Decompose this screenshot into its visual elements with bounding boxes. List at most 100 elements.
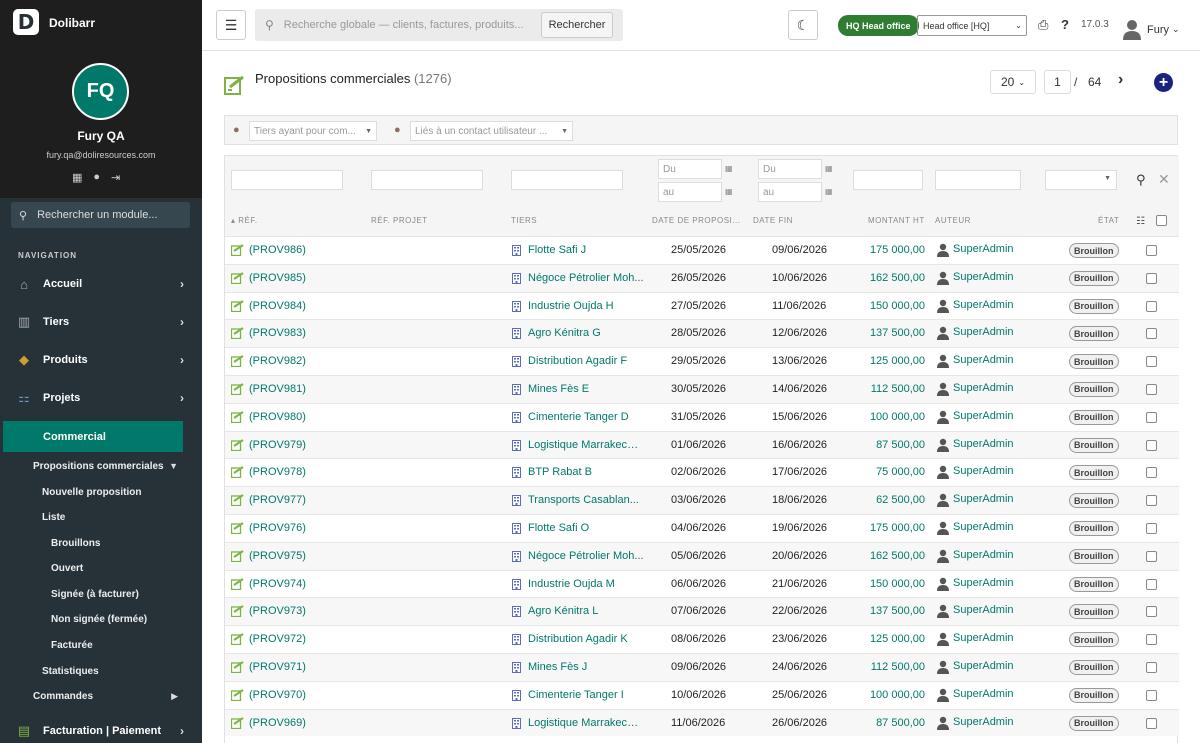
table-row[interactable]: (PROV975) Négoce Pétrolier Moh... 05/06/… bbox=[225, 541, 1179, 570]
table-row[interactable]: (PROV978) BTP Rabat B 02/06/2026 17/06/2… bbox=[225, 458, 1179, 487]
table-row[interactable]: (PROV977) Transports Casablan... 03/06/2… bbox=[225, 486, 1179, 514]
sub-liste[interactable]: Liste bbox=[42, 512, 65, 523]
proposal-ref-link[interactable]: (PROV970) bbox=[249, 689, 306, 701]
tiers-link[interactable]: Logistique Marrakech C bbox=[528, 439, 644, 451]
profile-icon[interactable]: ● bbox=[93, 171, 100, 184]
row-checkbox[interactable] bbox=[1146, 439, 1157, 451]
table-row[interactable]: (PROV986) Flotte Safi J 25/05/2026 09/06… bbox=[225, 236, 1179, 264]
row-checkbox[interactable] bbox=[1146, 328, 1157, 340]
row-checkbox[interactable] bbox=[1146, 245, 1157, 256]
table-row[interactable]: (PROV982) Distribution Agadir F 29/05/20… bbox=[225, 347, 1179, 375]
col-header-ref[interactable]: ▴ RÉF. bbox=[231, 216, 258, 225]
sidebar-item-projets[interactable]: ⚏ Projets › bbox=[0, 381, 202, 415]
author-link[interactable]: SuperAdmin bbox=[953, 660, 1014, 672]
table-row[interactable]: (PROV980) Cimenterie Tanger D 31/05/2026… bbox=[225, 402, 1179, 431]
contact-filter-select[interactable]: Liés à un contact utilisateur ... ▼ bbox=[410, 121, 573, 141]
row-checkbox[interactable] bbox=[1146, 578, 1157, 590]
sidebar-item-tiers[interactable]: ▥ Tiers › bbox=[0, 305, 202, 339]
user-avatar-icon[interactable] bbox=[1122, 18, 1142, 40]
ref-search-input[interactable] bbox=[231, 170, 343, 190]
proposal-ref-link[interactable]: (PROV971) bbox=[249, 661, 306, 673]
sub-facturee[interactable]: Facturée bbox=[51, 640, 93, 651]
col-header-montant[interactable]: MONTANT HT bbox=[868, 216, 925, 225]
author-link[interactable]: SuperAdmin bbox=[953, 438, 1014, 450]
col-header-date[interactable]: DATE DE PROPOSI... bbox=[652, 216, 740, 225]
fin-to-input[interactable]: au bbox=[758, 182, 822, 202]
author-link[interactable]: SuperAdmin bbox=[953, 604, 1014, 616]
proposal-ref-link[interactable]: (PROV982) bbox=[249, 355, 306, 367]
global-search-button[interactable]: Rechercher bbox=[541, 12, 613, 38]
search-icon[interactable]: ⚲ bbox=[1136, 172, 1146, 188]
table-row[interactable]: (PROV985) Négoce Pétrolier Moh... 26/05/… bbox=[225, 263, 1179, 292]
sub-brouillons[interactable]: Brouillons bbox=[51, 538, 100, 549]
proposal-ref-link[interactable]: (PROV984) bbox=[249, 300, 306, 312]
table-row[interactable]: (PROV974) Industrie Oujda M 06/06/2026 2… bbox=[225, 569, 1179, 598]
calendar-icon[interactable]: ▦ bbox=[725, 164, 733, 173]
add-proposal-button[interactable]: + bbox=[1154, 73, 1173, 92]
row-checkbox[interactable] bbox=[1146, 272, 1157, 284]
row-checkbox[interactable] bbox=[1146, 689, 1157, 701]
print-icon[interactable]: ⎙ bbox=[1038, 17, 1048, 33]
row-checkbox[interactable] bbox=[1146, 634, 1157, 646]
table-row[interactable]: (PROV970) Cimenterie Tanger I 10/06/2026… bbox=[225, 680, 1179, 709]
table-row[interactable]: (PROV973) Agro Kénitra L 07/06/2026 22/0… bbox=[225, 597, 1179, 626]
author-link[interactable]: SuperAdmin bbox=[953, 493, 1014, 505]
tiers-link[interactable]: Distribution Agadir F bbox=[528, 355, 644, 367]
proposal-ref-link[interactable]: (PROV976) bbox=[249, 522, 306, 534]
row-checkbox[interactable] bbox=[1146, 467, 1157, 479]
proposal-ref-link[interactable]: (PROV986) bbox=[249, 244, 306, 256]
table-row[interactable]: (PROV979) Logistique Marrakech C 01/06/2… bbox=[225, 430, 1179, 459]
author-link[interactable]: SuperAdmin bbox=[953, 410, 1014, 422]
sidebar-item-commercial[interactable]: Commercial bbox=[3, 421, 183, 452]
table-row[interactable]: (PROV976) Flotte Safi O 04/06/2026 19/06… bbox=[225, 513, 1179, 542]
author-link[interactable]: SuperAdmin bbox=[953, 549, 1014, 561]
row-checkbox[interactable] bbox=[1146, 661, 1157, 673]
proposal-ref-link[interactable]: (PROV974) bbox=[249, 578, 306, 590]
sidebar-item-facturation[interactable]: ▤ Facturation | Paiement › bbox=[0, 714, 202, 743]
author-link[interactable]: SuperAdmin bbox=[953, 299, 1014, 311]
col-header-ref-projet[interactable]: RÉF. PROJET bbox=[371, 216, 428, 225]
app-name[interactable]: Dolibarr bbox=[49, 16, 95, 30]
row-checkbox[interactable] bbox=[1146, 383, 1157, 395]
tiers-search-input[interactable] bbox=[511, 170, 623, 190]
proposal-ref-link[interactable]: (PROV981) bbox=[249, 383, 306, 395]
status-search-select[interactable]: ▼ bbox=[1045, 170, 1117, 190]
sub-statistiques[interactable]: Statistiques bbox=[42, 666, 99, 677]
col-header-tiers[interactable]: TIERS bbox=[511, 216, 537, 225]
proposal-ref-link[interactable]: (PROV969) bbox=[249, 717, 306, 729]
per-page-select[interactable]: 20 ⌄ bbox=[990, 70, 1036, 94]
tiers-link[interactable]: Distribution Agadir K bbox=[528, 633, 644, 645]
author-link[interactable]: SuperAdmin bbox=[953, 716, 1014, 728]
proposal-ref-link[interactable]: (PROV972) bbox=[249, 633, 306, 645]
proposal-ref-link[interactable]: (PROV977) bbox=[249, 494, 306, 506]
calendar-icon[interactable]: ▦ bbox=[825, 164, 833, 173]
tiers-link[interactable]: Cimenterie Tanger D bbox=[528, 411, 644, 423]
tiers-link[interactable]: Flotte Safi O bbox=[528, 522, 644, 534]
sub-ouvert[interactable]: Ouvert bbox=[51, 563, 83, 574]
module-search-input[interactable]: ⚲ Rechercher un module... bbox=[11, 202, 190, 228]
close-icon[interactable]: ✕ bbox=[1158, 171, 1170, 188]
column-selector-icon[interactable]: ☷ bbox=[1136, 216, 1145, 227]
avatar[interactable]: FQ bbox=[72, 63, 129, 120]
select-all-checkbox[interactable] bbox=[1156, 215, 1167, 226]
date-to-input[interactable]: au bbox=[658, 182, 722, 202]
tiers-link[interactable]: Mines Fès E bbox=[528, 383, 644, 395]
tiers-filter-select[interactable]: Tiers ayant pour com... ▼ bbox=[249, 121, 377, 141]
tiers-link[interactable]: Négoce Pétrolier Moh... bbox=[528, 272, 644, 284]
logout-icon[interactable]: ⇥ bbox=[111, 171, 120, 184]
entity-badge[interactable]: HQ Head office bbox=[838, 15, 919, 36]
proposal-ref-link[interactable]: (PROV979) bbox=[249, 439, 306, 451]
chevron-down-icon[interactable]: ⌄ bbox=[1172, 24, 1180, 35]
proposal-ref-link[interactable]: (PROV980) bbox=[249, 411, 306, 423]
tiers-link[interactable]: Mines Fès J bbox=[528, 661, 644, 673]
menu-toggle-button[interactable]: ☰ bbox=[216, 10, 246, 40]
total-pages[interactable]: 64 bbox=[1088, 75, 1101, 89]
row-checkbox[interactable] bbox=[1146, 411, 1157, 423]
dark-mode-button[interactable]: ☾ bbox=[788, 10, 818, 40]
author-link[interactable]: SuperAdmin bbox=[953, 326, 1014, 338]
author-link[interactable]: SuperAdmin bbox=[953, 354, 1014, 366]
ref-projet-search-input[interactable] bbox=[371, 170, 483, 190]
col-header-date-fin[interactable]: DATE FIN bbox=[753, 216, 793, 225]
table-row[interactable]: (PROV983) Agro Kénitra G 28/05/2026 12/0… bbox=[225, 319, 1179, 348]
page-input[interactable]: 1 bbox=[1044, 70, 1071, 94]
